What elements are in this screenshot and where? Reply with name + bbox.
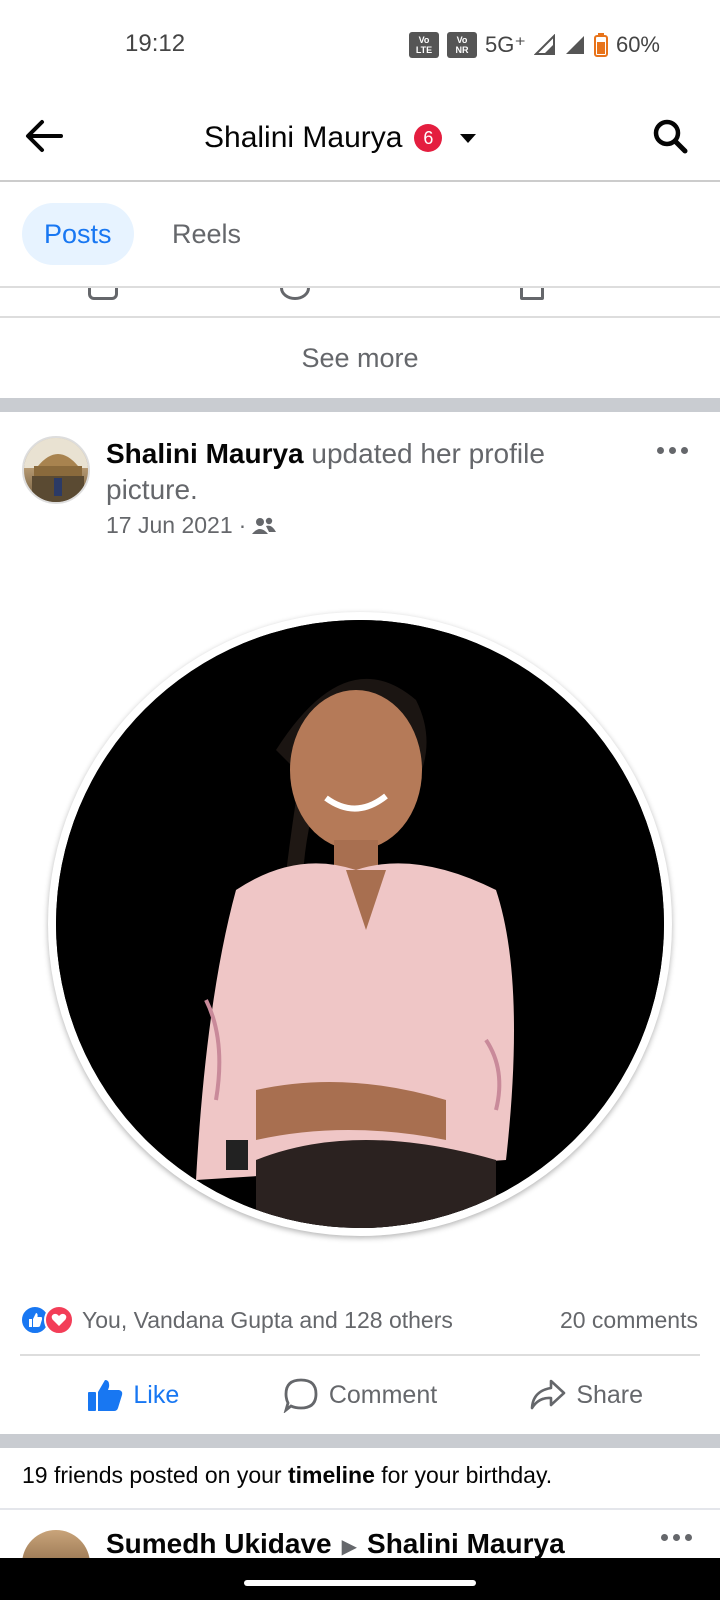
post-options-button[interactable] [652,440,692,460]
tab-reels[interactable]: Reels [150,203,263,265]
avatar-image [24,438,88,502]
dot-icon [661,1534,668,1541]
volte-sim2-icon: Vo LTE [408,32,439,58]
dot-icon [685,1534,692,1541]
love-reaction-icon [44,1305,74,1335]
dot-icon [673,1534,680,1541]
next-post: Sumedh Ukidave ▶ Shalini Maurya [0,1510,720,1558]
profile-picture-image [56,620,664,1228]
system-navigation-bar [0,1558,720,1600]
triangle-right-icon: ▶ [341,1536,358,1558]
comment-button[interactable]: Comment [247,1356,474,1434]
timeline-link: timeline [287,1462,375,1488]
profile-tabs: Posts Reels [0,182,720,288]
author-avatar[interactable] [22,436,90,504]
signal-icon [533,34,555,55]
comment-icon [283,1378,318,1413]
like-button[interactable]: Like [20,1356,247,1434]
next-post-title[interactable]: Sumedh Ukidave ▶ Shalini Maurya [106,1528,565,1558]
share-button[interactable]: Share [473,1356,700,1434]
comments-count[interactable]: 20 comments [560,1302,698,1338]
tab-posts[interactable]: Posts [22,203,134,265]
dot-icon [680,446,688,454]
reactions-summary[interactable]: You, Vandana Gupta and 128 others [20,1302,453,1338]
section-divider [0,398,720,412]
dot-icon [656,446,664,454]
profile-switcher[interactable]: Shalini Maurya 6 [204,116,477,160]
network-type: 5G⁺ [484,32,526,57]
battery-icon [593,33,608,57]
next-post-author: Sumedh Ukidave [106,1528,332,1558]
back-button[interactable] [22,114,66,158]
dot-icon [668,446,676,454]
friends-audience-icon [252,517,277,534]
next-post-target: Shalini Maurya [367,1528,565,1558]
comment-label: Comment [328,1380,438,1409]
share-icon [531,1379,566,1410]
meta-separator: · [238,512,247,538]
next-post-avatar[interactable] [22,1530,90,1558]
post-meta: 17 Jun 2021 · [106,512,277,539]
post-actions: Like Comment Share [20,1354,700,1434]
battery-level: 60% [615,32,660,57]
like-label: Like [133,1380,180,1409]
next-post-options-button[interactable] [661,1534,692,1541]
section-divider [0,1434,720,1448]
reactions-text: You, Vandana Gupta and 128 others [82,1306,453,1333]
see-more-button[interactable]: See more [0,318,720,398]
share-label: Share [576,1380,644,1409]
profile-header: Shalini Maurya 6 [0,92,720,182]
profile-picture[interactable] [48,612,672,1236]
signal-icon [565,36,584,54]
status-bar: 19:12 Vo LTE Vo NR 5G⁺ 60% [0,0,720,92]
page-title: Shalini Maurya [204,121,403,154]
previous-post-actions-clipped [0,288,720,318]
post-date[interactable]: 17 Jun 2021 [106,512,233,539]
search-button[interactable] [648,114,692,158]
search-icon [653,119,688,154]
author-name[interactable]: Shalini Maurya [106,438,304,469]
portrait-illustration [56,620,664,1228]
caret-down-icon [460,133,477,143]
birthday-notice[interactable]: 19 friends posted on your timeline for y… [22,1462,552,1489]
volte-sim1-icon: Vo NR [446,32,477,58]
reaction-icons [20,1305,74,1335]
arrow-left-icon [26,120,63,152]
notification-badge: 6 [414,124,443,152]
status-time: 19:12 [125,30,186,57]
thumbs-up-icon [88,1380,123,1411]
post-author-line: Shalini Maurya updated her profile pictu… [106,436,626,508]
status-icons: Vo LTE Vo NR 5G⁺ 60% [408,30,660,60]
home-gesture-handle[interactable] [244,1580,476,1586]
